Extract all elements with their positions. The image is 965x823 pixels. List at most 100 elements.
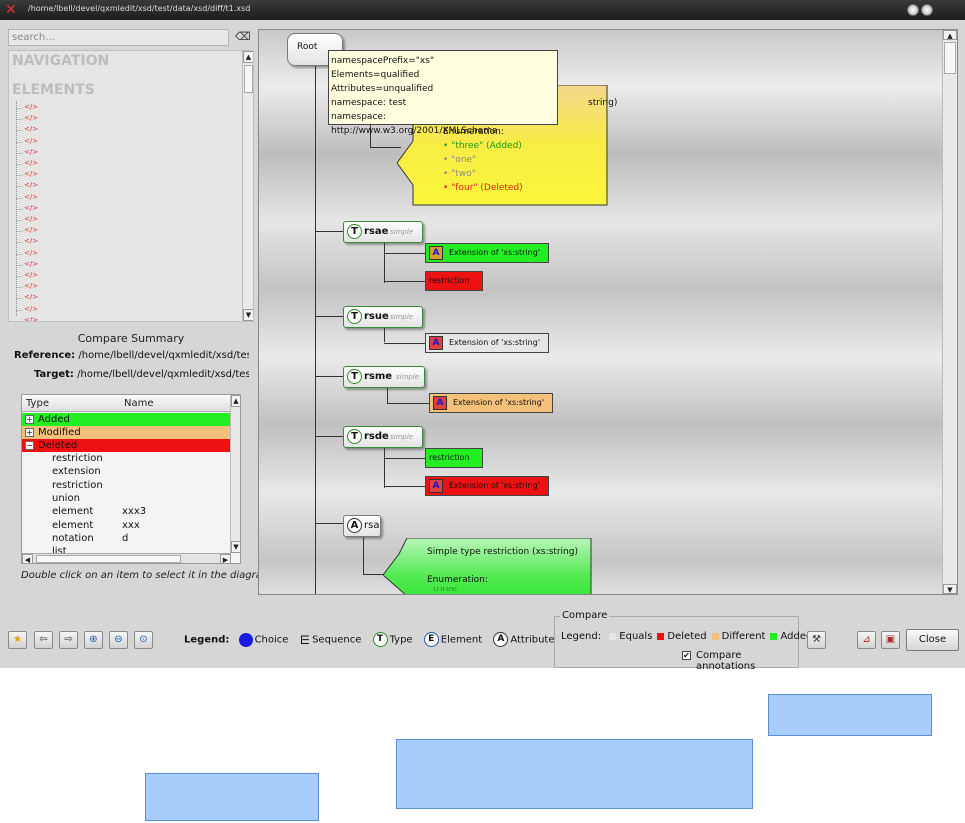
placeholder-block — [768, 694, 932, 736]
nav-tree-item[interactable]: </> — [16, 181, 38, 189]
expand-icon[interactable]: − — [25, 441, 34, 450]
expand-icon[interactable]: + — [25, 428, 34, 437]
table-row[interactable]: restriction — [22, 452, 231, 465]
hscroll-thumb[interactable] — [36, 555, 181, 563]
nav-tree-item[interactable]: </> — [16, 260, 38, 268]
nav-tree-item[interactable]: </> — [16, 103, 38, 111]
extension-node[interactable]: A Extension of 'xs:string' — [425, 476, 549, 496]
nav-tree-item[interactable]: </> — [16, 226, 38, 234]
type-connector — [315, 376, 343, 377]
enum-value: • "two" — [443, 169, 476, 179]
table-group-row[interactable]: − Deleted — [22, 439, 231, 452]
scroll-down-icon[interactable]: ▼ — [943, 584, 957, 594]
restriction-node[interactable]: restriction — [425, 271, 483, 291]
type-name: rsme — [364, 371, 393, 382]
tooltip-line: namespace: test — [331, 98, 407, 108]
table-scrollbar[interactable]: ▲ ▼ — [230, 395, 240, 553]
compare-legend-items: Equals Deleted Different Added — [604, 631, 812, 642]
nav-tree-item[interactable]: </> — [16, 148, 38, 156]
elements-heading: ELEMENTS — [12, 82, 95, 98]
type-node-rsue[interactable]: Trsue simple — [343, 306, 423, 328]
compare-groupbox: Compare Legend: Equals Deleted Different Ad… — [554, 610, 812, 672]
diagram-scrollbar[interactable]: ▲ ▼ — [942, 30, 957, 594]
nav-scrollbar[interactable]: ▲ ▼ — [242, 51, 253, 321]
nav-tree-item[interactable]: </> — [16, 159, 38, 167]
extension-node[interactable]: A Extension of 'xs:string' — [425, 333, 549, 353]
type-node-rsae[interactable]: Trsae simple — [343, 221, 423, 243]
column-header-name[interactable]: Name — [124, 398, 154, 409]
table-group-row[interactable]: + Added — [22, 413, 231, 426]
hint-text: Double click on an item to select it in … — [21, 570, 272, 581]
attribute-legend-icon: A — [493, 632, 509, 647]
scroll-up-icon[interactable]: ▲ — [231, 395, 240, 407]
extension-node[interactable]: A Extension of 'xs:string' — [425, 243, 549, 263]
table-hscrollbar[interactable]: ◀ ▶ — [22, 553, 231, 563]
child-connector — [384, 448, 385, 488]
attribute-node-rsa[interactable]: A rsa — [343, 515, 381, 537]
table-row[interactable]: extension — [22, 465, 231, 478]
bookmark-star-icon[interactable]: ★ — [8, 631, 27, 649]
nav-tree-item[interactable]: </> — [16, 170, 38, 178]
nav-tree-item[interactable]: </> — [16, 316, 38, 321]
type-node-rsme[interactable]: Trsme simple — [343, 366, 425, 388]
table-row[interactable]: element xxx3 — [22, 505, 231, 518]
nav-tree-item[interactable]: </> — [16, 193, 38, 201]
scroll-left-icon[interactable]: ◀ — [22, 554, 33, 563]
type-node-rsde[interactable]: Trsde simple — [343, 426, 423, 448]
clear-search-icon[interactable]: ⌫ — [235, 31, 251, 43]
nav-tree-item[interactable]: </> — [16, 282, 38, 290]
nav-tree-item[interactable]: </> — [16, 204, 38, 212]
tools-icon[interactable]: ⚒ — [807, 631, 826, 649]
row-name: xxx3 — [122, 506, 147, 518]
nav-tree-item[interactable]: </> — [16, 114, 38, 122]
nav-tree-item[interactable]: </> — [16, 137, 38, 145]
sequence-icon: ⋿ — [299, 632, 311, 647]
child-connector-h — [384, 458, 425, 459]
print-icon[interactable]: ▣ — [881, 631, 900, 649]
export-pdf-icon[interactable]: ⊿ — [857, 631, 876, 649]
restriction-node[interactable]: restriction — [425, 448, 483, 468]
search-input[interactable]: search... — [8, 29, 229, 46]
scroll-thumb[interactable] — [944, 42, 956, 74]
extension-node[interactable]: A Extension of 'xs:string' — [429, 393, 553, 413]
column-header-type[interactable]: Type — [26, 398, 49, 409]
table-row[interactable]: union — [22, 492, 231, 505]
expand-icon[interactable]: + — [25, 415, 34, 424]
app-x-icon[interactable]: ✕ — [5, 2, 21, 18]
navigation-tree[interactable]: NAVIGATION ELEMENTS </> </> </> </> </> </> </… — [8, 50, 254, 322]
tooltip-line: Elements=qualified — [331, 70, 420, 80]
scroll-down-icon[interactable]: ▼ — [231, 541, 240, 553]
minimize-icon[interactable] — [907, 4, 919, 16]
nav-tree-item[interactable]: </> — [16, 249, 38, 257]
nav-tree-item[interactable]: </> — [16, 305, 38, 313]
maximize-icon[interactable] — [921, 4, 933, 16]
table-row[interactable]: notation d — [22, 532, 231, 545]
back-arrow-icon[interactable]: ⇦ — [34, 631, 53, 649]
table-row[interactable]: element xxx — [22, 519, 231, 532]
nav-tree-item[interactable]: </> — [16, 125, 38, 133]
table-row[interactable]: restriction — [22, 479, 231, 492]
nav-tree-item[interactable]: </> — [16, 237, 38, 245]
close-button[interactable]: Close — [906, 629, 959, 651]
scroll-up-icon[interactable]: ▲ — [243, 51, 253, 63]
zoom-out-icon[interactable]: ⊖ — [109, 631, 128, 649]
zoom-in-icon[interactable]: ⊕ — [84, 631, 103, 649]
attribute-annotation-value: "three" — [429, 587, 462, 594]
compare-annotations-checkbox[interactable]: ✔ — [682, 651, 691, 660]
scroll-up-icon[interactable]: ▲ — [943, 30, 957, 40]
group-label: Added — [38, 414, 70, 425]
nav-tree-item[interactable]: </> — [16, 293, 38, 301]
zoom-reset-icon[interactable]: ⊙ — [134, 631, 153, 649]
table-group-row[interactable]: + Modified — [22, 426, 231, 439]
compare-results-table[interactable]: Type Name + Added + Modified − Deleted restric… — [21, 394, 241, 564]
row-name: d — [122, 532, 129, 544]
scroll-right-icon[interactable]: ▶ — [220, 554, 231, 563]
nav-tree-item[interactable]: </> — [16, 215, 38, 223]
child-connector-h — [384, 486, 425, 487]
nav-tree-item[interactable]: </> — [16, 271, 38, 279]
scroll-down-icon[interactable]: ▼ — [243, 309, 253, 321]
child-label: Extension of 'xs:string' — [449, 481, 541, 490]
scroll-thumb[interactable] — [244, 65, 253, 93]
attribute-annotation-title: Simple type restriction (xs:string) — [427, 547, 578, 557]
forward-arrow-icon[interactable]: ⇨ — [59, 631, 78, 649]
